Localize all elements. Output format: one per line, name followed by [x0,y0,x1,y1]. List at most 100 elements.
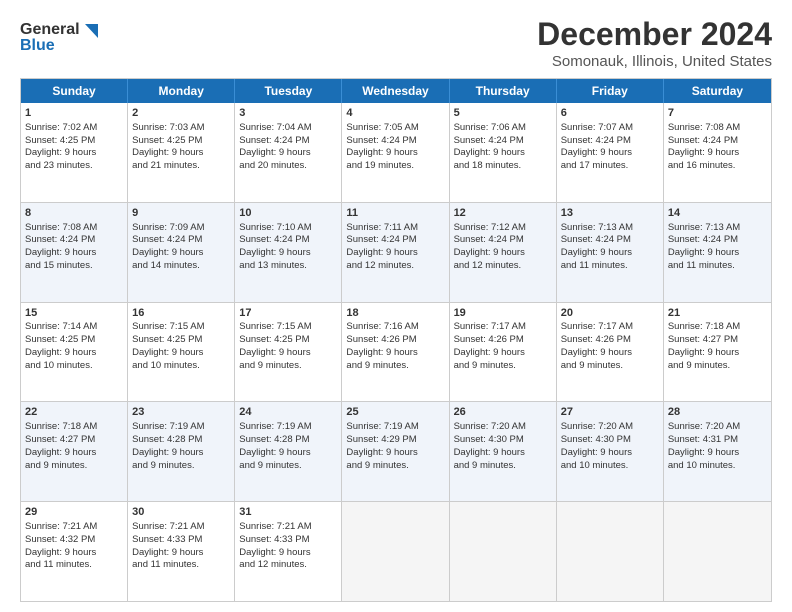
day-number: 30 [132,505,230,520]
day-28: 28Sunrise: 7:20 AMSunset: 4:31 PMDayligh… [664,402,771,501]
day-number: 7 [668,106,767,121]
day-info-line: and 13 minutes. [239,260,337,273]
day-number: 18 [346,306,444,321]
day-info-line: Sunset: 4:24 PM [25,234,123,247]
day-16: 16Sunrise: 7:15 AMSunset: 4:25 PMDayligh… [128,303,235,402]
day-info-line: and 14 minutes. [132,260,230,273]
day-info-line: Sunrise: 7:06 AM [454,122,552,135]
day-info-line: Sunset: 4:25 PM [239,334,337,347]
day-info-line: Sunrise: 7:10 AM [239,222,337,235]
day-info-line: Sunset: 4:32 PM [25,534,123,547]
day-info-line: Sunrise: 7:08 AM [668,122,767,135]
calendar-row-3: 15Sunrise: 7:14 AM Sunset: 4:25 PM Dayligh… [21,303,771,403]
day-info-line: and 15 minutes. [25,260,123,273]
day-info-line: Sunset: 4:25 PM [132,135,230,148]
day-number: 10 [239,206,337,221]
day-29: 29Sunrise: 7:21 AMSunset: 4:32 PMDayligh… [21,502,128,601]
day-17: 17Sunrise: 7:15 AMSunset: 4:25 PMDayligh… [235,303,342,402]
col-header-wednesday: Wednesday [342,79,449,103]
day-info-line: and 9 minutes. [561,360,659,373]
day-number: 24 [239,405,337,420]
day-number: 8 [25,206,123,221]
day-info-line: Sunrise: 7:19 AM [132,421,230,434]
day-number: 21 [668,306,767,321]
calendar: SundayMondayTuesdayWednesdayThursdayFrid… [20,78,772,602]
day-info-line: Daylight: 9 hours [561,347,659,360]
day-1: 1Sunrise: 7:02 AMSunset: 4:25 PMDaylight… [21,103,128,202]
day-info-line: Sunset: 4:24 PM [454,135,552,148]
col-header-sunday: Sunday [21,79,128,103]
day-number: 9 [132,206,230,221]
day-4: 4Sunrise: 7:05 AMSunset: 4:24 PMDaylight… [342,103,449,202]
day-info-line: Sunset: 4:26 PM [561,334,659,347]
day-info-line: and 12 minutes. [239,559,337,572]
day-info-line: Daylight: 9 hours [561,147,659,160]
day-info-line: and 12 minutes. [454,260,552,273]
day-info-line: Sunset: 4:25 PM [25,135,123,148]
day-info-line: Sunset: 4:28 PM [132,434,230,447]
day-info-line: Sunset: 4:30 PM [454,434,552,447]
logo: GeneralBlue [20,16,100,56]
day-11: 11Sunrise: 7:11 AMSunset: 4:24 PMDayligh… [342,203,449,302]
day-info-line: Sunrise: 7:19 AM [346,421,444,434]
day-number: 5 [454,106,552,121]
day-info-line: Sunset: 4:26 PM [346,334,444,347]
day-info-line: Daylight: 9 hours [561,247,659,260]
day-18: 18Sunrise: 7:16 AMSunset: 4:26 PMDayligh… [342,303,449,402]
day-info-line: and 17 minutes. [561,160,659,173]
day-info-line: Sunset: 4:24 PM [239,234,337,247]
day-info-line: Sunrise: 7:09 AM [132,222,230,235]
day-info-line: and 10 minutes. [25,360,123,373]
day-info-line: and 16 minutes. [668,160,767,173]
day-6: 6Sunrise: 7:07 AMSunset: 4:24 PMDaylight… [557,103,664,202]
day-info-line: Daylight: 9 hours [454,147,552,160]
day-info-line: Daylight: 9 hours [346,447,444,460]
day-info-line: and 9 minutes. [346,460,444,473]
day-number: 16 [132,306,230,321]
day-info-line: Sunrise: 7:20 AM [454,421,552,434]
day-info-line: and 11 minutes. [25,559,123,572]
calendar-row-4: 22Sunrise: 7:18 AMSunset: 4:27 PMDayligh… [21,402,771,502]
day-info-line: Sunset: 4:24 PM [132,234,230,247]
day-number: 23 [132,405,230,420]
day-number: 15 [25,306,123,321]
day-25: 25Sunrise: 7:19 AMSunset: 4:29 PMDayligh… [342,402,449,501]
day-info-line: Daylight: 9 hours [454,347,552,360]
calendar-header: SundayMondayTuesdayWednesdayThursdayFrid… [21,79,771,103]
day-info-line: Daylight: 9 hours [668,447,767,460]
day-info-line: Sunset: 4:24 PM [668,234,767,247]
day-30: 30Sunrise: 7:21 AMSunset: 4:33 PMDayligh… [128,502,235,601]
day-info-line: Sunset: 4:31 PM [668,434,767,447]
day-info-line: and 23 minutes. [25,160,123,173]
day-20: 20Sunrise: 7:17 AMSunset: 4:26 PMDayligh… [557,303,664,402]
day-info-line: Sunset: 4:27 PM [25,434,123,447]
day-info-line: Daylight: 9 hours [239,447,337,460]
day-27: 27Sunrise: 7:20 AMSunset: 4:30 PMDayligh… [557,402,664,501]
day-info-line: Sunset: 4:33 PM [239,534,337,547]
logo-svg: GeneralBlue [20,16,100,56]
day-info-line: Daylight: 9 hours [454,247,552,260]
day-number: 11 [346,206,444,221]
day-info-line: Sunrise: 7:14 AM [25,321,123,334]
empty-cell [557,502,664,601]
day-info-line: and 19 minutes. [346,160,444,173]
day-info-line: and 18 minutes. [454,160,552,173]
day-info-line: and 9 minutes. [454,460,552,473]
day-14: 14Sunrise: 7:13 AMSunset: 4:24 PMDayligh… [664,203,771,302]
day-info-line: Sunrise: 7:21 AM [132,521,230,534]
day-15: 15Sunrise: 7:14 AMSunset: 4:25 PMDayligh… [21,303,128,402]
day-info-line: and 20 minutes. [239,160,337,173]
day-info-line: Daylight: 9 hours [454,447,552,460]
day-info-line: Sunrise: 7:21 AM [25,521,123,534]
col-header-friday: Friday [557,79,664,103]
day-info-line: and 10 minutes. [132,360,230,373]
day-info-line: and 21 minutes. [132,160,230,173]
day-info-line: and 9 minutes. [668,360,767,373]
day-info-line: Daylight: 9 hours [132,447,230,460]
day-info-line: Sunset: 4:27 PM [668,334,767,347]
day-12: 12Sunrise: 7:12 AMSunset: 4:24 PMDayligh… [450,203,557,302]
day-number: 2 [132,106,230,121]
day-info-line: Sunrise: 7:02 AM [25,122,123,135]
day-number: 17 [239,306,337,321]
svg-text:General: General [20,21,80,38]
